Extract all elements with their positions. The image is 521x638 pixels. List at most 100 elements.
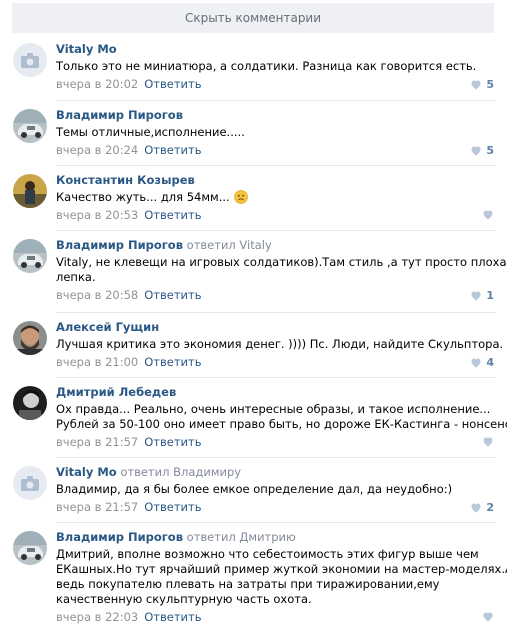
comment-separator: [56, 100, 496, 101]
comment-timestamp-link[interactable]: вчера в 20:02: [56, 77, 138, 91]
comment-text: Качество жуть... для 54мм...: [56, 190, 496, 205]
comment-timestamp-link[interactable]: вчера в 20:24: [56, 143, 138, 157]
heart-icon: [470, 290, 482, 301]
comment-text-line: Лучшая критика это экономия денег. )))) …: [56, 337, 504, 351]
scrollbar-area[interactable]: [507, 0, 521, 638]
heart-icon: [482, 611, 494, 622]
comment-body: Алексей Гущин Лучшая критика это экономия…: [56, 320, 504, 369]
like-button[interactable]: 4: [470, 356, 494, 369]
like-count: 5: [486, 144, 494, 157]
avatar[interactable]: [13, 386, 47, 420]
author-name-link[interactable]: Алексей Гущин: [56, 320, 159, 334]
comment-meta: вчера в 22:03 Ответить: [56, 610, 496, 624]
avatar[interactable]: [13, 239, 47, 273]
like-count: 1: [486, 289, 494, 302]
comment-text-line: Рублей за 50-100 оно имеет право быть, н…: [56, 417, 521, 431]
hide-comments-button[interactable]: Скрыть комментарии: [12, 3, 494, 33]
like-count: 4: [486, 356, 494, 369]
author-name-link[interactable]: Константин Козырев: [56, 173, 195, 187]
comment-text-line: Дмитрий, вполне возможно что себестоимос…: [56, 547, 479, 561]
author-name-link[interactable]: Vitaly Mo: [56, 465, 117, 479]
reply-button[interactable]: Ответить: [144, 355, 201, 369]
author-name-link[interactable]: Дмитрий Лебедев: [56, 385, 176, 399]
heart-icon: [470, 145, 482, 156]
confused-face-emoji: [230, 190, 248, 204]
reply-button[interactable]: Ответить: [144, 143, 201, 157]
comment-meta: вчера в 21:57 Ответить: [56, 435, 496, 449]
like-button[interactable]: 1: [470, 289, 494, 302]
comment-header: Vitaly Mo: [56, 42, 496, 56]
comment-meta: вчера в 20:58 Ответить: [56, 288, 496, 302]
avatar[interactable]: [13, 174, 47, 208]
heart-icon: [482, 436, 494, 447]
comment-text: Vitaly, не клевещи на игровых солдатиков…: [56, 255, 514, 285]
comment-separator: [56, 312, 496, 313]
author-name-link[interactable]: Владимир Пирогов: [56, 530, 183, 544]
like-button[interactable]: 5: [470, 144, 494, 157]
avatar[interactable]: [13, 531, 47, 565]
comment-body: Владимир Пирогов ответил Vitaly Vitaly, н…: [56, 238, 514, 302]
comment-timestamp-link[interactable]: вчера в 21:57: [56, 435, 138, 449]
comment-timestamp-link[interactable]: вчера в 20:58: [56, 288, 138, 302]
comment-separator: [56, 230, 496, 231]
comment-header: Дмитрий Лебедев: [56, 385, 496, 399]
comment-text-line: Владимир, да я бы более емкое определени…: [56, 482, 453, 496]
comment-body: Владимир Пирогов Темы отличные,исполнение…: [56, 108, 496, 157]
like-button[interactable]: [482, 209, 494, 220]
comment-text-line: ведь покупателю плевать на затраты при т…: [56, 577, 440, 591]
comment-text: Владимир, да я бы более емкое определени…: [56, 482, 496, 497]
comment-text: Только это не миниатюра, а солдатики. Ра…: [56, 59, 496, 74]
like-button[interactable]: [482, 611, 494, 622]
comment-header: Владимир Пирогов: [56, 108, 496, 122]
comment-body: Vitaly Mo Только это не миниатюра, а солд…: [56, 42, 496, 91]
comment-meta: вчера в 20:24 Ответить: [56, 143, 496, 157]
reply-to-label: ответил Vitaly: [183, 238, 272, 252]
comment-body: Владимир Пирогов ответил Дмитрию Дмитрий,…: [56, 530, 513, 624]
reply-button[interactable]: Ответить: [144, 500, 201, 514]
comment-header: Владимир Пирогов ответил Дмитрию: [56, 530, 496, 544]
avatar[interactable]: [13, 321, 47, 355]
like-button[interactable]: 5: [470, 78, 494, 91]
comment-meta: вчера в 20:02 Ответить: [56, 77, 496, 91]
reply-button[interactable]: Ответить: [144, 77, 201, 91]
like-button[interactable]: 2: [470, 501, 494, 514]
comment-text-line: лепка.: [56, 270, 96, 284]
comment-header: Константин Козырев: [56, 173, 496, 187]
heart-icon: [470, 502, 482, 513]
avatar[interactable]: [13, 43, 47, 77]
reply-button[interactable]: Ответить: [144, 208, 201, 222]
comment-meta: вчера в 21:57 Ответить: [56, 500, 496, 514]
comment-timestamp-link[interactable]: вчера в 21:00: [56, 355, 138, 369]
comment-timestamp-link[interactable]: вчера в 21:57: [56, 500, 138, 514]
comment-header: Vitaly Mo ответил Владимиру: [56, 465, 496, 479]
comment-separator: [56, 522, 496, 523]
heart-icon: [470, 357, 482, 368]
comment-text-line: качественную скульптурную часть охота.: [56, 592, 312, 606]
heart-icon: [470, 79, 482, 90]
comment-body: Vitaly Mo ответил Владимиру Владимир, да …: [56, 465, 496, 514]
comment-text-line: Vitaly, не клевещи на игровых солдатиков…: [56, 255, 514, 269]
comment-text-line: Только это не миниатюра, а солдатики. Ра…: [56, 59, 477, 73]
comment-timestamp-link[interactable]: вчера в 20:53: [56, 208, 138, 222]
avatar[interactable]: [13, 109, 47, 143]
reply-button[interactable]: Ответить: [144, 610, 201, 624]
comment-text-line: Ох правда... Реально, очень интересные о…: [56, 402, 491, 416]
comment-text: Дмитрий, вполне возможно что себестоимос…: [56, 547, 513, 607]
comment-text-line: Качество жуть... для 54мм...: [56, 190, 496, 205]
comment-text-line: ЕКашных.Но тут ярчайший пример жуткой эк…: [56, 562, 513, 576]
like-count: 5: [486, 78, 494, 91]
comment-text: Ох правда... Реально, очень интересные о…: [56, 402, 521, 432]
reply-button[interactable]: Ответить: [144, 288, 201, 302]
avatar[interactable]: [13, 466, 47, 500]
heart-icon: [482, 209, 494, 220]
reply-to-label: ответил Владимиру: [116, 465, 242, 479]
like-button[interactable]: [482, 436, 494, 447]
comment-meta: вчера в 21:00 Ответить: [56, 355, 496, 369]
author-name-link[interactable]: Владимир Пирогов: [56, 108, 183, 122]
comment-header: Владимир Пирогов ответил Vitaly: [56, 238, 496, 252]
reply-to-label: ответил Дмитрию: [183, 530, 296, 544]
reply-button[interactable]: Ответить: [144, 435, 201, 449]
comment-timestamp-link[interactable]: вчера в 22:03: [56, 610, 138, 624]
author-name-link[interactable]: Vitaly Mo: [56, 42, 117, 56]
author-name-link[interactable]: Владимир Пирогов: [56, 238, 183, 252]
